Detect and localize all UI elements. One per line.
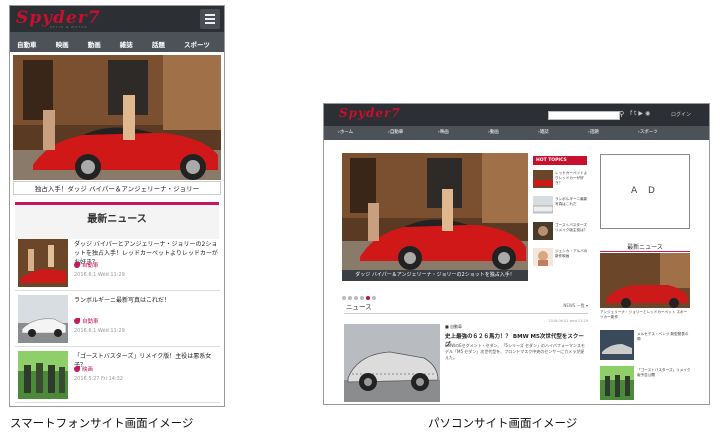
youtube-icon: ▶ — [638, 110, 645, 117]
pc-nav-item-home[interactable]: › ホーム — [338, 126, 353, 140]
pc-mockup: Spyder7 ⚲ ft▶◉ ログイン › ホーム › 自動車 › 映画 › 動… — [323, 103, 710, 405]
side-news-heading: 最新ニュース — [627, 244, 663, 251]
sp-header: Spyder7 STYLE & MOTOR — [10, 6, 224, 32]
hot-topics-label: HOT TOPICS — [533, 156, 587, 165]
side-news-thumb[interactable] — [600, 366, 634, 400]
hamburger-menu-icon[interactable] — [200, 9, 220, 29]
news-more-link[interactable]: NEWS 一覧 ▾ — [563, 303, 588, 309]
sp-nav-item-sports[interactable]: スポーツ — [177, 35, 217, 52]
search-input[interactable] — [548, 111, 620, 120]
sp-news-title[interactable]: ランボルギーニ最新写真はこれだ！ — [74, 296, 218, 305]
sp-news-date: 2016.6.1 Wed 11:29 — [74, 328, 125, 334]
sp-news-thumb[interactable] — [18, 295, 68, 343]
sp-hero-image[interactable] — [13, 55, 221, 180]
sp-news-tag[interactable]: 映画 — [74, 365, 93, 373]
pc-nav-item-magazine[interactable]: › 雑誌 — [538, 126, 549, 140]
sp-news-item[interactable]: 「ゴーストバスターズ」リメイク版！主役は悪系女子？ 映画 2016.5.27 F… — [15, 348, 220, 403]
login-link[interactable]: ログイン — [671, 111, 691, 118]
side-news-image[interactable] — [600, 253, 690, 308]
pc-nav-item-movie[interactable]: › 映画 — [438, 126, 449, 140]
pc-nav-item-car[interactable]: › 自動車 — [388, 126, 403, 140]
search-icon[interactable]: ⚲ — [619, 110, 624, 118]
article-image[interactable] — [344, 324, 440, 402]
tag-icon — [74, 318, 80, 324]
sp-nav-bar: 自動車 映画 動画 雑誌 話題 スポーツ — [10, 32, 224, 52]
pc-nav-item-video[interactable]: › 動画 — [488, 126, 499, 140]
pc-caption: パソコンサイト画面イメージ — [428, 416, 578, 430]
sp-nav-item-video[interactable]: 動画 — [81, 35, 108, 52]
side-news-title[interactable]: メルセデス・ベンツ 新型発表の噂 — [637, 332, 692, 342]
sp-news-heading: 最新ニュース — [87, 214, 147, 225]
smartphone-caption: スマートフォンサイト画面イメージ — [10, 416, 194, 430]
hot-topic-item[interactable]: ランボルギーニ最新写真はこれだ — [533, 194, 589, 216]
ad-banner[interactable]: A D — [600, 154, 690, 229]
hot-topic-item[interactable]: ジェシカ・アルバの新作映画 — [533, 246, 589, 268]
side-news-thumb[interactable] — [600, 330, 634, 360]
article-body: BMWのEセグメント・セダン、「5シリーズ セダン」のハイパフォーマンスモデル「… — [445, 343, 585, 360]
sp-news-tag[interactable]: 自動車 — [74, 261, 99, 269]
sp-news-item[interactable]: ダッジ バイパーとアンジェリーナ・ジョリーの2ショットを独占入手！レッドカーペッ… — [15, 236, 220, 291]
sp-nav-item-magazine[interactable]: 雑誌 — [113, 35, 140, 52]
sp-news-date: 2016.6.1 Wed 11:29 — [74, 272, 125, 278]
hot-topic-item[interactable]: ゴーストバスターズ リメイク版主役は？ — [533, 220, 589, 242]
sp-news-date: 2016.5.27 Fri 14:32 — [74, 376, 123, 382]
sp-news-header: 最新ニュース — [15, 202, 219, 239]
rss-icon: ◉ — [645, 110, 653, 117]
chevron-down-icon: ▾ — [585, 303, 588, 308]
side-news-title[interactable]: 「ゴーストバスターズ」リメイク版予告公開 — [637, 368, 692, 378]
sp-nav-item-movie[interactable]: 映画 — [49, 35, 76, 52]
side-news-divider — [600, 251, 690, 252]
sp-news-tag[interactable]: 自動車 — [74, 317, 99, 325]
sp-hero-caption[interactable]: 独占入手！ダッジ バイパー＆アンジェリーナ・ジョリー — [13, 181, 221, 195]
smartphone-mockup: Spyder7 STYLE & MOTOR 自動車 映画 動画 雑誌 話題 スポ… — [9, 5, 225, 407]
social-icons[interactable]: ft▶◉ — [630, 110, 652, 117]
tag-icon — [74, 366, 80, 372]
pc-nav-item-topics[interactable]: › 話題 — [588, 126, 599, 140]
sp-news-thumb[interactable] — [18, 239, 68, 287]
sp-nav-item-topics[interactable]: 話題 — [145, 35, 172, 52]
tag-icon — [74, 262, 80, 268]
pc-nav-bar: › ホーム › 自動車 › 映画 › 動画 › 雑誌 › 話題 › スポーツ — [324, 126, 709, 140]
pc-logo[interactable]: Spyder7 — [339, 106, 401, 120]
tag-icon: ■ — [445, 324, 449, 329]
side-news-title[interactable]: アンジェリーナ・ジョリーとレッドカーペット スポーツカー新作 — [600, 310, 690, 320]
sp-news-thumb[interactable] — [18, 351, 68, 399]
news-section-subtext: 2016.06.01 wed 11:29 — [548, 319, 588, 323]
sp-news-title[interactable]: 「ゴーストバスターズ」リメイク版！主役は悪系女子？ — [74, 352, 218, 370]
sp-tagline: STYLE & MOTOR — [50, 25, 88, 29]
pc-hero-caption[interactable]: ダッジ バイパー＆アンジェリーナ・ジョリーの2ショットを独占入手！ — [342, 270, 528, 281]
sp-news-item[interactable]: ランボルギーニ最新写真はこれだ！ 自動車 2016.6.1 Wed 11:29 — [15, 292, 220, 347]
news-section-title: ニュース — [346, 303, 372, 311]
news-section-header: ニュース NEWS 一覧 ▾ — [344, 300, 588, 314]
hot-topic-item[interactable]: レッドカーペットよりレッドカーが好き？ — [533, 168, 589, 190]
pc-header: Spyder7 ⚲ ft▶◉ ログイン — [324, 104, 709, 126]
pc-hero-image[interactable] — [342, 153, 528, 270]
sp-nav-item-car[interactable]: 自動車 — [10, 35, 44, 52]
pc-nav-item-sports[interactable]: › スポーツ — [638, 126, 658, 140]
article-tag[interactable]: ■ 自動車 — [445, 324, 462, 330]
